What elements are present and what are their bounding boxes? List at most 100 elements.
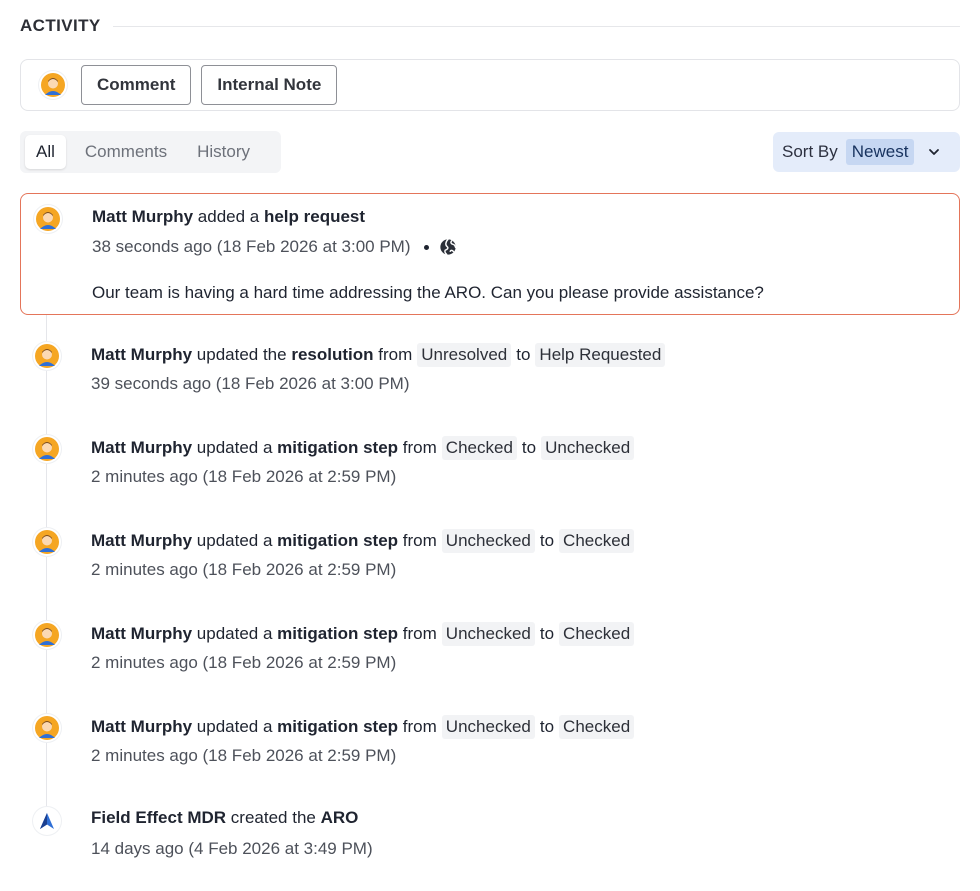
user-avatar-icon — [36, 207, 60, 231]
entry-timestamp: 38 seconds ago (18 Feb 2026 at 3:00 PM) — [92, 237, 411, 256]
sort-value: Newest — [845, 139, 915, 165]
entry-object: mitigation step — [277, 438, 399, 457]
entry-meta: 38 seconds ago (18 Feb 2026 at 3:00 PM) — [92, 237, 457, 257]
field-effect-avatar — [33, 807, 61, 835]
tab-all[interactable]: All — [25, 135, 66, 169]
entry-from-word: from — [378, 345, 413, 364]
user-avatar — [33, 714, 61, 742]
entry-to-value: Checked — [559, 715, 635, 739]
entry-verb: updated a — [196, 717, 273, 736]
timeline-entry: Matt Murphy updated a mitigation step fr… — [20, 526, 960, 586]
entry-verb: added a — [197, 207, 260, 226]
entry-to-value: Unchecked — [541, 436, 635, 460]
entry-from-value: Unchecked — [441, 622, 535, 646]
entry-summary: Matt Murphy updated a mitigation step fr… — [91, 529, 639, 553]
activity-composer: Comment Internal Note — [20, 59, 960, 111]
entry-object: resolution — [291, 345, 374, 364]
timeline-entry: Matt Murphy updated a mitigation step fr… — [20, 433, 960, 493]
user-avatar — [33, 621, 61, 649]
entry-from-value: Checked — [441, 436, 517, 460]
entry-from-value: Unchecked — [441, 529, 535, 553]
entry-verb: updated a — [196, 624, 273, 643]
entry-from-word: from — [402, 624, 437, 643]
entry-verb: updated the — [196, 345, 287, 364]
user-avatar-icon — [35, 623, 59, 647]
entry-meta: 2 minutes ago (18 Feb 2026 at 2:59 PM) — [91, 467, 396, 487]
entry-to-word: to — [539, 531, 555, 550]
user-avatar-icon — [35, 437, 59, 461]
entry-to-value: Checked — [559, 622, 635, 646]
sort-label: Sort By — [782, 142, 838, 161]
user-avatar — [33, 342, 61, 370]
sort-dropdown[interactable]: Sort By Newest — [773, 132, 960, 172]
entry-object: mitigation step — [277, 531, 399, 550]
entry-meta: 2 minutes ago (18 Feb 2026 at 2:59 PM) — [91, 560, 396, 580]
entry-to-value: Help Requested — [535, 343, 666, 367]
chevron-down-icon — [929, 149, 940, 155]
entry-actor[interactable]: Matt Murphy — [91, 624, 192, 644]
entry-summary: Matt Murphy added a help request — [92, 207, 365, 227]
timeline-entry-help-request: Matt Murphy added a help request 38 seco… — [20, 193, 960, 315]
entry-actor[interactable]: Matt Murphy — [91, 345, 192, 365]
field-effect-logo-icon — [40, 813, 54, 829]
entry-object: mitigation step — [277, 624, 399, 643]
comment-button[interactable]: Comment — [81, 65, 192, 105]
entry-actor[interactable]: Matt Murphy — [91, 438, 192, 458]
entry-from-value: Unresolved — [417, 343, 512, 367]
separator-dot — [424, 244, 430, 250]
user-avatar — [34, 205, 62, 233]
entry-meta: 39 seconds ago (18 Feb 2026 at 3:00 PM) — [91, 374, 409, 394]
entry-timestamp: 14 days ago (4 Feb 2026 at 3:49 PM) — [91, 839, 373, 858]
user-avatar — [33, 528, 61, 556]
entry-actor[interactable]: Matt Murphy — [91, 717, 192, 737]
entry-object: ARO — [320, 808, 359, 827]
header-divider — [112, 25, 960, 27]
activity-filter-tabs: All Comments History — [20, 131, 281, 173]
entry-to-word: to — [516, 345, 531, 364]
entry-to-value: Checked — [559, 529, 635, 553]
entry-summary: Matt Murphy updated a mitigation step fr… — [91, 715, 639, 739]
entry-object: help request — [263, 207, 366, 226]
entry-summary: Matt Murphy updated the resolution from … — [91, 343, 670, 367]
entry-body: Our team is having a hard time addressin… — [92, 283, 764, 302]
entry-meta: 14 days ago (4 Feb 2026 at 3:49 PM) — [91, 839, 373, 859]
activity-header: ACTIVITY — [20, 14, 960, 38]
user-avatar — [39, 71, 67, 99]
entry-verb: updated a — [196, 531, 273, 550]
entry-to-word: to — [539, 717, 555, 736]
entry-verb: updated a — [196, 438, 273, 457]
timeline-entry: Matt Murphy updated a mitigation step fr… — [20, 619, 960, 679]
entry-to-word: to — [539, 624, 555, 643]
entry-summary: Matt Murphy updated a mitigation step fr… — [91, 622, 639, 646]
entry-timestamp: 2 minutes ago (18 Feb 2026 at 2:59 PM) — [91, 746, 397, 765]
entry-verb: created the — [230, 808, 316, 827]
user-avatar — [33, 435, 61, 463]
tab-comments[interactable]: Comments — [74, 135, 178, 169]
entry-to-word: to — [521, 438, 537, 457]
user-avatar-icon — [35, 716, 59, 740]
entry-meta: 2 minutes ago (18 Feb 2026 at 2:59 PM) — [91, 653, 396, 673]
tab-history[interactable]: History — [186, 135, 261, 169]
timeline-entry: Matt Murphy updated a mitigation step fr… — [20, 712, 960, 772]
entry-timestamp: 2 minutes ago (18 Feb 2026 at 2:59 PM) — [91, 653, 397, 672]
entry-summary: Field Effect MDR created the ARO — [91, 808, 358, 828]
user-avatar-icon — [41, 73, 65, 97]
timeline-entry-created: Field Effect MDR created the ARO 14 days… — [20, 805, 960, 865]
globe-icon — [440, 238, 457, 256]
entry-from-word: from — [402, 438, 437, 457]
entry-from-word: from — [402, 717, 437, 736]
timeline-entry: Matt Murphy updated the resolution from … — [20, 340, 960, 400]
entry-actor[interactable]: Field Effect MDR — [91, 808, 226, 828]
internal-note-button[interactable]: Internal Note — [201, 65, 338, 105]
user-avatar-icon — [35, 530, 59, 554]
entry-actor[interactable]: Matt Murphy — [91, 531, 192, 551]
entry-timestamp: 2 minutes ago (18 Feb 2026 at 2:59 PM) — [91, 467, 397, 486]
entry-from-word: from — [402, 531, 437, 550]
entry-actor[interactable]: Matt Murphy — [92, 207, 193, 227]
entry-from-value: Unchecked — [441, 715, 535, 739]
activity-title: ACTIVITY — [20, 16, 101, 35]
entry-timestamp: 2 minutes ago (18 Feb 2026 at 2:59 PM) — [91, 560, 397, 579]
entry-meta: 2 minutes ago (18 Feb 2026 at 2:59 PM) — [91, 746, 396, 766]
entry-timestamp: 39 seconds ago (18 Feb 2026 at 3:00 PM) — [91, 374, 410, 393]
user-avatar-icon — [35, 344, 59, 368]
